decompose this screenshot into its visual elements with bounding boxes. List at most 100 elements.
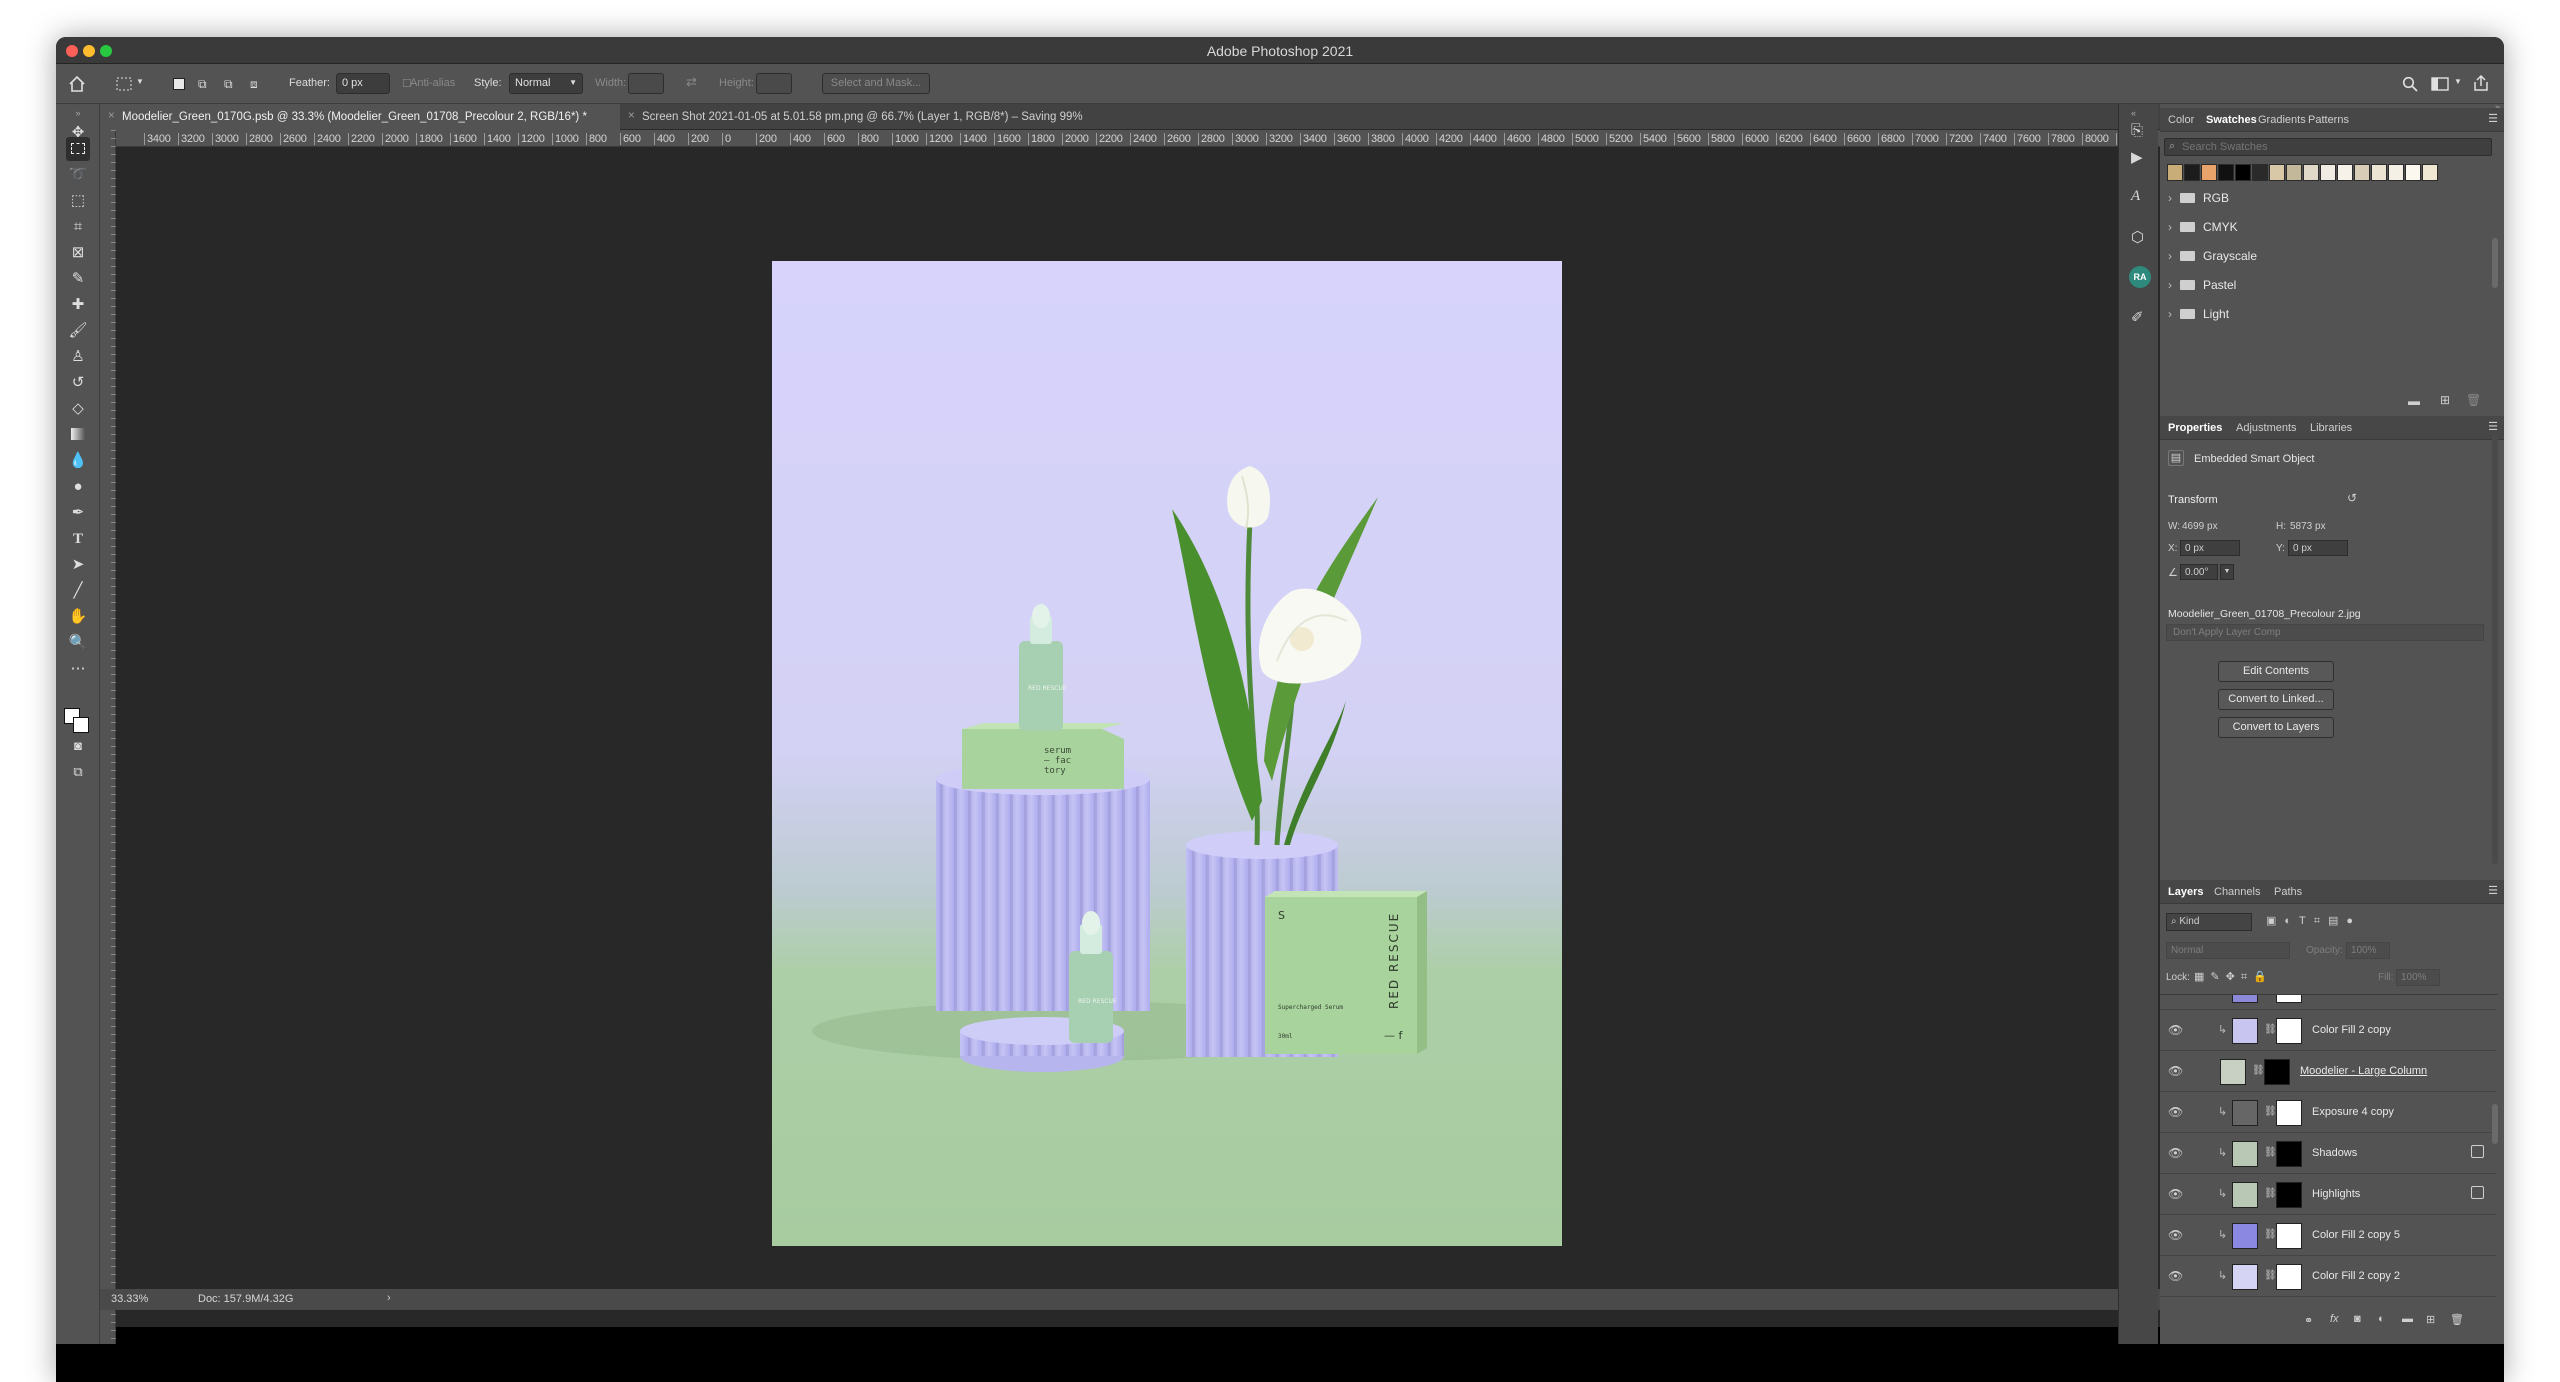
chain-icon[interactable]: ⛓ — [2264, 1229, 2277, 1240]
layer-mask-thumbnail[interactable] — [2276, 1223, 2302, 1249]
select-and-mask-button[interactable]: Select and Mask... — [822, 73, 930, 94]
layer-mask-thumbnail[interactable] — [2276, 1264, 2302, 1290]
height-input[interactable] — [756, 73, 792, 94]
blend-mode-select[interactable]: Normal — [2166, 942, 2290, 959]
feather-input[interactable]: 0 px — [336, 73, 390, 94]
style-select[interactable]: Normal ▼ — [509, 73, 583, 94]
x-input[interactable]: 0 px — [2180, 540, 2240, 556]
crop-tool-icon[interactable]: ⌗ — [66, 215, 90, 239]
swatch[interactable] — [2320, 164, 2336, 181]
history-panel-icon[interactable]: ⎘ — [2131, 122, 2143, 139]
chevron-down-icon[interactable]: ▼ — [2220, 564, 2234, 580]
y-input[interactable]: 0 px — [2288, 540, 2348, 556]
layer-filter-icons[interactable]: ▣◐T⌗▤● — [2266, 914, 2361, 928]
new-group-icon[interactable]: ▬ — [2402, 1313, 2413, 1325]
eye-icon[interactable]: 👁 — [2168, 1228, 2183, 1242]
search-icon[interactable] — [2402, 76, 2418, 92]
layer-mask-thumbnail[interactable] — [2276, 995, 2302, 1003]
swatch[interactable] — [2388, 164, 2404, 181]
chain-icon[interactable]: ⛓ — [2264, 1147, 2277, 1158]
intersect-selection-icon[interactable]: ⧈ — [250, 77, 264, 91]
layers-scrollbar[interactable] — [2492, 1104, 2498, 1144]
close-tab-icon[interactable]: × — [628, 110, 635, 122]
clone-stamp-tool-icon[interactable]: ♙ — [66, 345, 90, 369]
collapse-dock-icon[interactable]: « — [2131, 108, 2136, 118]
line-tool-icon[interactable]: ╱ — [66, 579, 90, 603]
tab-channels[interactable]: Channels — [2214, 886, 2260, 898]
swatch-search-field[interactable]: ⌕ — [2164, 138, 2492, 156]
properties-scrollbar[interactable] — [2492, 434, 2498, 864]
new-swatch-icon[interactable]: ⊞ — [2440, 393, 2450, 407]
swatch[interactable] — [2354, 164, 2370, 181]
object-selection-tool-icon[interactable]: ⬚ — [66, 189, 90, 213]
pen-tool-icon[interactable]: ✒ — [66, 501, 90, 525]
swatch[interactable] — [2167, 164, 2183, 181]
tab-libraries[interactable]: Libraries — [2310, 422, 2352, 434]
chevron-down-icon[interactable]: ▼ — [136, 77, 144, 86]
home-icon[interactable] — [68, 75, 86, 93]
eye-icon[interactable]: 👁 — [2168, 1146, 2183, 1160]
swatch-search-input[interactable] — [2182, 140, 2482, 154]
tab-color[interactable]: Color — [2168, 114, 2194, 126]
tab-properties[interactable]: Properties — [2168, 422, 2222, 434]
add-selection-icon[interactable]: ⧉ — [198, 77, 212, 91]
tab-layers[interactable]: Layers — [2168, 886, 2203, 898]
opacity-input[interactable]: 100% — [2346, 942, 2390, 959]
layer-row[interactable]: 👁 ↳ ⛓ Shadows — [2160, 1133, 2496, 1174]
tab-adjustments[interactable]: Adjustments — [2236, 422, 2297, 434]
edit-toolbar-icon[interactable]: ⋯ — [66, 657, 90, 681]
panel-menu-icon[interactable]: ☰ — [2488, 884, 2498, 897]
adjustment-layer-icon[interactable]: ◐ — [2378, 1313, 2385, 1325]
eyedropper-tool-icon[interactable]: ✎ — [66, 267, 90, 291]
swatch[interactable] — [2201, 164, 2217, 181]
swap-icon[interactable]: ⇄ — [686, 74, 697, 90]
tab-paths[interactable]: Paths — [2274, 886, 2302, 898]
add-mask-icon[interactable]: ◙ — [2354, 1313, 2361, 1325]
eye-icon[interactable]: 👁 — [2168, 1105, 2183, 1119]
eye-icon[interactable]: 👁 — [2168, 1187, 2183, 1201]
swatch[interactable] — [2405, 164, 2421, 181]
layer-row[interactable]: 👁 ↳ ⛓ Highlights — [2160, 1174, 2496, 1215]
panel-menu-icon[interactable]: ☰ — [2488, 112, 2498, 125]
swatch-folder-grayscale[interactable]: › Grayscale — [2168, 249, 2257, 263]
lasso-tool-icon[interactable]: ➰ — [66, 163, 90, 187]
tab-patterns[interactable]: Patterns — [2308, 114, 2349, 126]
link-layers-icon[interactable]: ⚭ — [2304, 1314, 2313, 1327]
layer-row[interactable]: 👁↳⛓Color Fill 2 copy 4 — [2160, 995, 2496, 1010]
new-selection-icon[interactable] — [173, 78, 185, 90]
document-tab[interactable]: × Screen Shot 2021-01-05 at 5.01.58 pm.pn… — [620, 104, 1180, 130]
path-selection-tool-icon[interactable]: ➤ — [66, 553, 90, 577]
actions-panel-icon[interactable]: ▶ — [2131, 148, 2143, 166]
screen-mode-icon[interactable]: ⧉ — [66, 760, 90, 784]
swatch[interactable] — [2371, 164, 2387, 181]
fill-input[interactable]: 100% — [2396, 969, 2440, 986]
workspace-icon[interactable] — [2431, 76, 2449, 92]
swatch[interactable] — [2252, 164, 2268, 181]
swatch[interactable] — [2269, 164, 2285, 181]
swatch[interactable] — [2337, 164, 2353, 181]
chevron-down-icon[interactable]: ▼ — [2454, 77, 2462, 86]
layer-row[interactable]: 👁 ↳ ⛓ Color Fill 2 copy 5 — [2160, 1215, 2496, 1256]
layer-mask-thumbnail[interactable] — [2276, 1100, 2302, 1126]
blur-tool-icon[interactable]: 💧 — [66, 449, 90, 473]
brush-settings-icon[interactable]: ✐ — [2131, 308, 2144, 326]
chain-icon[interactable]: ⛓ — [2252, 1065, 2265, 1076]
chain-icon[interactable]: ⛓ — [2264, 1270, 2277, 1281]
gradient-tool-icon[interactable] — [66, 423, 90, 447]
layer-filter-select[interactable]: ⌕ Kind — [2166, 913, 2252, 931]
history-brush-tool-icon[interactable]: ↺ — [66, 371, 90, 395]
new-group-icon[interactable]: ▬ — [2408, 394, 2420, 408]
type-tool-icon[interactable]: T — [66, 527, 90, 551]
angle-input[interactable]: 0.00° — [2180, 564, 2218, 580]
layer-row[interactable]: 👁 ↳ ⛓ Exposure 4 copy — [2160, 1092, 2496, 1133]
chain-icon[interactable]: ⛓ — [2264, 1188, 2277, 1199]
eye-icon[interactable]: 👁 — [2168, 1064, 2183, 1078]
h-value[interactable]: 5873 px — [2290, 521, 2326, 532]
chain-icon[interactable]: ⛓ — [2264, 1106, 2277, 1117]
hand-tool-icon[interactable]: ✋ — [66, 605, 90, 629]
eye-icon[interactable]: 👁 — [2168, 995, 2183, 996]
layer-row[interactable]: 👁 ↳ ⛓ Color Fill 2 copy — [2160, 1010, 2496, 1051]
fx-icon[interactable]: fx — [2330, 1313, 2339, 1325]
layer-mask-thumbnail[interactable] — [2276, 1018, 2302, 1044]
edit-contents-button[interactable]: Edit Contents — [2218, 661, 2334, 682]
